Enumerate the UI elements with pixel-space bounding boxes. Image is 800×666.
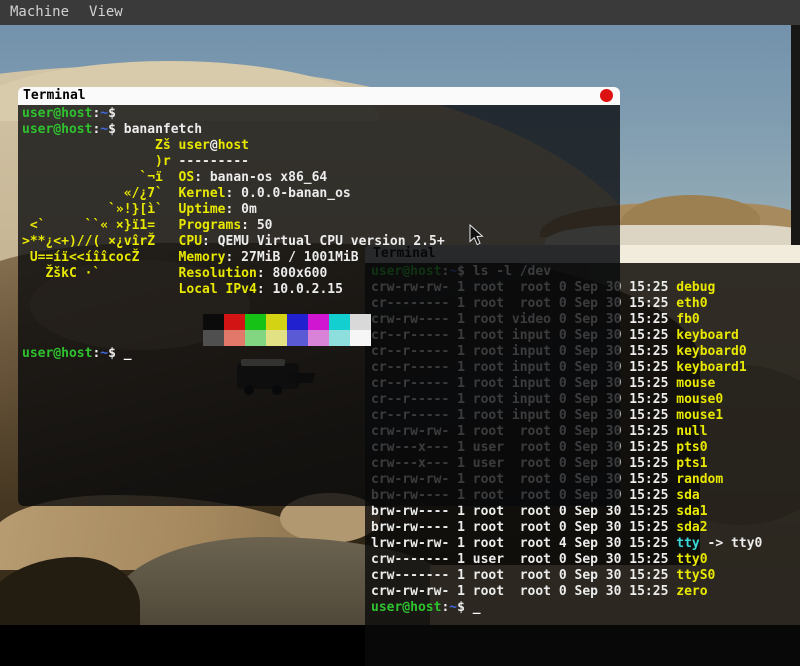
palette-swatch [203, 314, 224, 330]
terminal-line: `¬ï OS: banan-os x86_64 [22, 170, 620, 186]
palette-swatch [287, 330, 308, 346]
terminal-line: `»!}[ì` Uptime: 0m [22, 202, 620, 218]
terminal-line: lrw-rw-rw- 1 root root 4 Sep 30 15:25 tt… [371, 536, 800, 552]
palette-swatch [329, 314, 350, 330]
terminal-line: crw------- 1 user root 0 Sep 30 15:25 tt… [371, 552, 800, 568]
terminal-line: Local IPv4: 10.0.2.15 [22, 282, 620, 298]
palette-swatch [266, 330, 287, 346]
terminal-line: <` ``« ×}ï1= Programs: 50 [22, 218, 620, 234]
terminal-line: user@host:~$ [22, 106, 620, 122]
close-button[interactable] [600, 89, 613, 102]
terminal-line: U==íï<<íîîcocŽ Memory: 27MiB / 1001MiB [22, 250, 620, 266]
terminal-line: crw------- 1 root root 0 Sep 30 15:25 tt… [371, 568, 800, 584]
terminal-line: «/¿7` Kernel: 0.0.0-banan_os [22, 186, 620, 202]
terminal-line: Zš user@host [22, 138, 620, 154]
color-palette-row-2 [203, 330, 620, 346]
palette-swatch [245, 330, 266, 346]
palette-swatch [350, 330, 371, 346]
palette-swatch [308, 330, 329, 346]
palette-swatch [224, 314, 245, 330]
palette-swatch [350, 314, 371, 330]
terminal-window-bananfetch[interactable]: Terminal user@host:~$ user@host:~$ banan… [18, 87, 620, 505]
terminal-line [22, 298, 620, 314]
terminal-line: user@host:~$ _ [371, 600, 800, 616]
palette-swatch [329, 330, 350, 346]
terminal-line: user@host:~$ _ [22, 346, 620, 362]
terminal-line: >**¿<+)//( ×¿vîrŽ CPU: QEMU Virtual CPU … [22, 234, 620, 250]
terminal-line: ŽškC ·` Resolution: 800x600 [22, 266, 620, 282]
fetch-lines: user@host:~$ user@host:~$ bananfetch Zš … [22, 106, 620, 314]
palette-swatch [245, 314, 266, 330]
palette-swatch [224, 330, 245, 346]
photo-dark-edge [791, 25, 800, 255]
palette-swatch [203, 330, 224, 346]
window-title: Terminal [23, 88, 86, 103]
menu-item-view[interactable]: View [79, 0, 133, 25]
terminal-line: brw-rw---- 1 root root 0 Sep 30 15:25 sd… [371, 520, 800, 536]
terminal-line: )r --------- [22, 154, 620, 170]
terminal-line: user@host:~$ bananfetch [22, 122, 620, 138]
terminal-line: crw-rw-rw- 1 root root 0 Sep 30 15:25 ze… [371, 584, 800, 600]
terminal-output[interactable]: user@host:~$ user@host:~$ bananfetch Zš … [18, 105, 620, 506]
palette-swatch [308, 314, 329, 330]
mouse-cursor-icon [469, 224, 484, 250]
palette-swatch [287, 314, 308, 330]
menu-item-machine[interactable]: Machine [0, 0, 79, 25]
menubar: Machine View [0, 0, 800, 25]
color-palette-row-1 [203, 314, 620, 330]
window-titlebar[interactable]: Terminal [18, 87, 620, 105]
terminal-line: brw-rw---- 1 root root 0 Sep 30 15:25 sd… [371, 504, 800, 520]
palette-swatch [266, 314, 287, 330]
prompt-line: user@host:~$ _ [22, 346, 620, 362]
